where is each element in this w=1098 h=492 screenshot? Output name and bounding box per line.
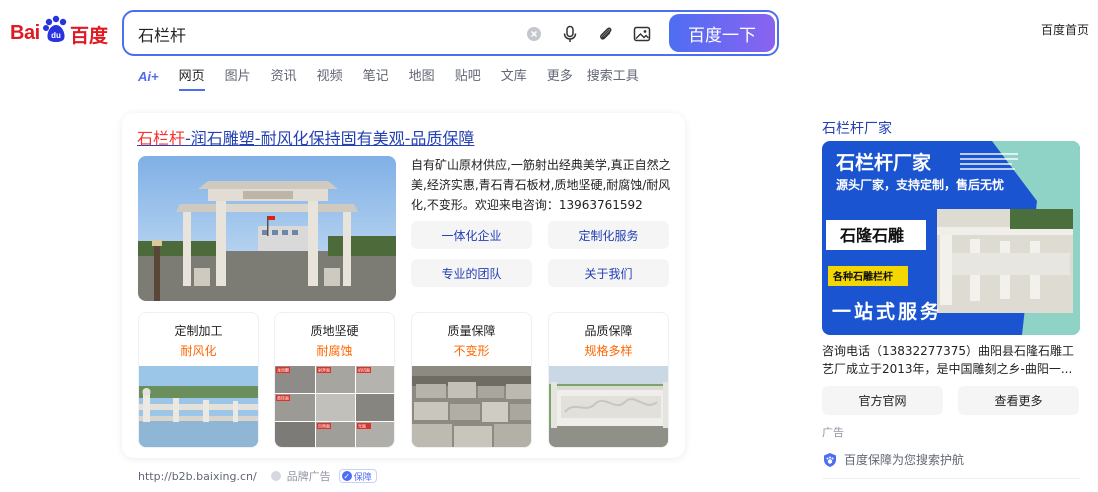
search-tabs: Ai+ 网页 图片 资讯 视频 笔记 地图 贴吧 文库 更多 搜索工具 — [138, 68, 659, 94]
service-button-about[interactable]: 关于我们 — [548, 259, 669, 287]
tab-map[interactable]: 地图 — [409, 68, 435, 92]
title-rest: -润石雕塑-耐风化保持固有美观-品质保障 — [185, 129, 475, 148]
feature-subtitle: 耐风化 — [180, 344, 217, 358]
tab-search-tools[interactable]: 搜索工具 — [587, 68, 639, 92]
feature-title: 定制加工 — [174, 324, 223, 338]
tab-more[interactable]: 更多 — [547, 68, 573, 92]
svg-text:机切面: 机切面 — [358, 367, 370, 373]
guarantee-badge-label: 保障 — [353, 472, 372, 483]
logo-text-cn: 百度 — [70, 25, 109, 47]
sidebar-ad-title[interactable]: 石栏杆厂家 — [822, 118, 892, 138]
attachment-icon[interactable] — [596, 24, 616, 44]
official-site-button[interactable]: 官方官网 — [822, 386, 943, 415]
tab-images[interactable]: 图片 — [225, 68, 251, 92]
ad-subline: 源头厂家，支持定制，售后无忧 — [836, 177, 1004, 192]
feature-card-quality[interactable]: 质量保障 不变形 — [411, 312, 532, 448]
feature-title: 品质保障 — [584, 324, 633, 338]
logo-text-du: du — [51, 31, 61, 40]
carved-wall-image — [549, 366, 668, 447]
ad-slogan: 一站式服务 — [832, 300, 942, 323]
microphone-icon[interactable] — [560, 24, 580, 44]
logo-text-bai: Bai — [10, 22, 40, 44]
sidebar-ad-image[interactable]: 石栏杆厂家 源头厂家，支持定制，售后无忧 石隆石雕 各种石雕栏杆 一站式服务 — [822, 141, 1080, 335]
title-highlight: 石栏杆 — [137, 129, 186, 148]
search-input[interactable] — [138, 22, 498, 46]
service-button-custom[interactable]: 定制化服务 — [548, 221, 669, 249]
checkmark-icon: ✓ — [341, 471, 352, 481]
image-search-icon[interactable] — [632, 24, 652, 44]
baidu-guarantee[interactable]: 百度保障为您搜索护航 — [822, 451, 964, 468]
brand-dot-icon — [270, 471, 281, 481]
paw-logo-icon: du — [43, 15, 67, 42]
baidu-logo[interactable]: Bai du 百度 — [10, 14, 108, 48]
tab-web[interactable]: 网页 — [178, 68, 205, 92]
ad-brand: 石隆石雕 — [839, 226, 904, 245]
result-description: 自有矿山原材供应,一筋射出经典美学,真正自然之美,经济实惠,青石青石板材,质地坚… — [411, 158, 671, 212]
clear-icon[interactable] — [524, 24, 544, 44]
feature-title: 质量保障 — [447, 324, 496, 338]
svg-text:剁斧面: 剁斧面 — [318, 367, 330, 373]
feature-card-assurance[interactable]: 品质保障 规格多样 — [548, 312, 669, 448]
result-source: http://b2b.baixing.cn/ 品牌广告 ✓ 保障 — [138, 468, 377, 484]
feature-title: 质地坚硬 — [310, 324, 359, 338]
result-title-link[interactable]: 石栏杆-润石雕塑-耐风化保持固有美观-品质保障 — [137, 125, 474, 149]
guarantee-text: 百度保障为您搜索护航 — [844, 453, 965, 467]
baidu-home-link[interactable]: 百度首页 — [1041, 21, 1089, 38]
sidebar-ad-description: 咨询电话（13832277375）曲阳县石隆石雕工艺厂成立于2013年，是中国雕… — [822, 344, 1074, 376]
tab-video[interactable]: 视频 — [317, 68, 343, 92]
ad-headline: 石栏杆厂家 — [835, 151, 932, 174]
stone-gate-image[interactable] — [138, 156, 396, 301]
svg-text:自然面: 自然面 — [318, 423, 330, 429]
tab-news[interactable]: 资讯 — [271, 68, 297, 92]
search-button[interactable]: 百度一下 — [669, 14, 775, 52]
stone-blocks-image — [412, 366, 531, 447]
svg-text:光面: 光面 — [358, 423, 366, 429]
stone-texture-collage-image: 龙凤雕 剁斧面 机切面 荔枝面 自然面 光面 — [275, 366, 394, 447]
sidebar-ad-label: 广告 — [822, 426, 844, 439]
svg-text:荔枝面: 荔枝面 — [277, 395, 289, 401]
feature-subtitle: 耐腐蚀 — [316, 344, 353, 358]
result-card: 石栏杆-润石雕塑-耐风化保持固有美观-品质保障 自有矿山原材供应,一筋射出经典美… — [122, 113, 685, 458]
tab-tieba[interactable]: 贴吧 — [455, 68, 481, 92]
feature-card-hardness[interactable]: 质地坚硬 耐腐蚀 龙凤雕 剁斧面 机切面 荔枝面 自然面 光面 — [274, 312, 395, 448]
feature-subtitle: 不变形 — [453, 344, 490, 358]
service-button-integrated[interactable]: 一体化企业 — [411, 221, 532, 249]
source-url[interactable]: http://b2b.baixing.cn/ — [138, 470, 257, 483]
divider — [822, 478, 1080, 479]
shield-paw-icon — [824, 452, 836, 467]
balustrade-bridge-image — [139, 366, 258, 447]
feature-subtitle: 规格多样 — [584, 344, 633, 358]
feature-card-custom[interactable]: 定制加工 耐风化 — [138, 312, 259, 448]
ad-tag: 各种石雕栏杆 — [832, 270, 893, 283]
tab-notes[interactable]: 笔记 — [363, 68, 389, 92]
view-more-button[interactable]: 查看更多 — [958, 386, 1079, 415]
service-button-team[interactable]: 专业的团队 — [411, 259, 532, 287]
brand-ad-label: 品牌广告 — [286, 470, 331, 483]
guarantee-badge[interactable]: ✓ 保障 — [338, 469, 377, 483]
tab-wenku[interactable]: 文库 — [501, 68, 527, 92]
svg-text:龙凤雕: 龙凤雕 — [277, 367, 289, 373]
tab-ai[interactable]: Ai+ — [138, 68, 159, 92]
search-box: 百度一下 — [122, 10, 779, 56]
